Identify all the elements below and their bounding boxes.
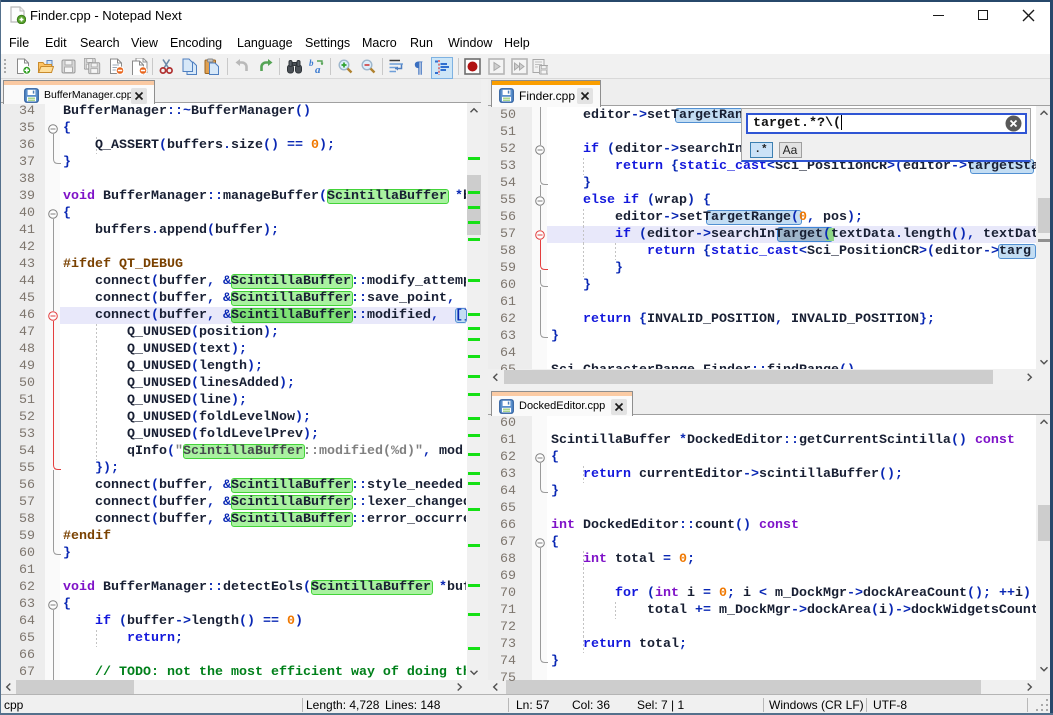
svg-text:a: a: [315, 64, 321, 75]
svg-text:b: b: [309, 58, 314, 68]
svg-text:¶: ¶: [414, 58, 423, 75]
